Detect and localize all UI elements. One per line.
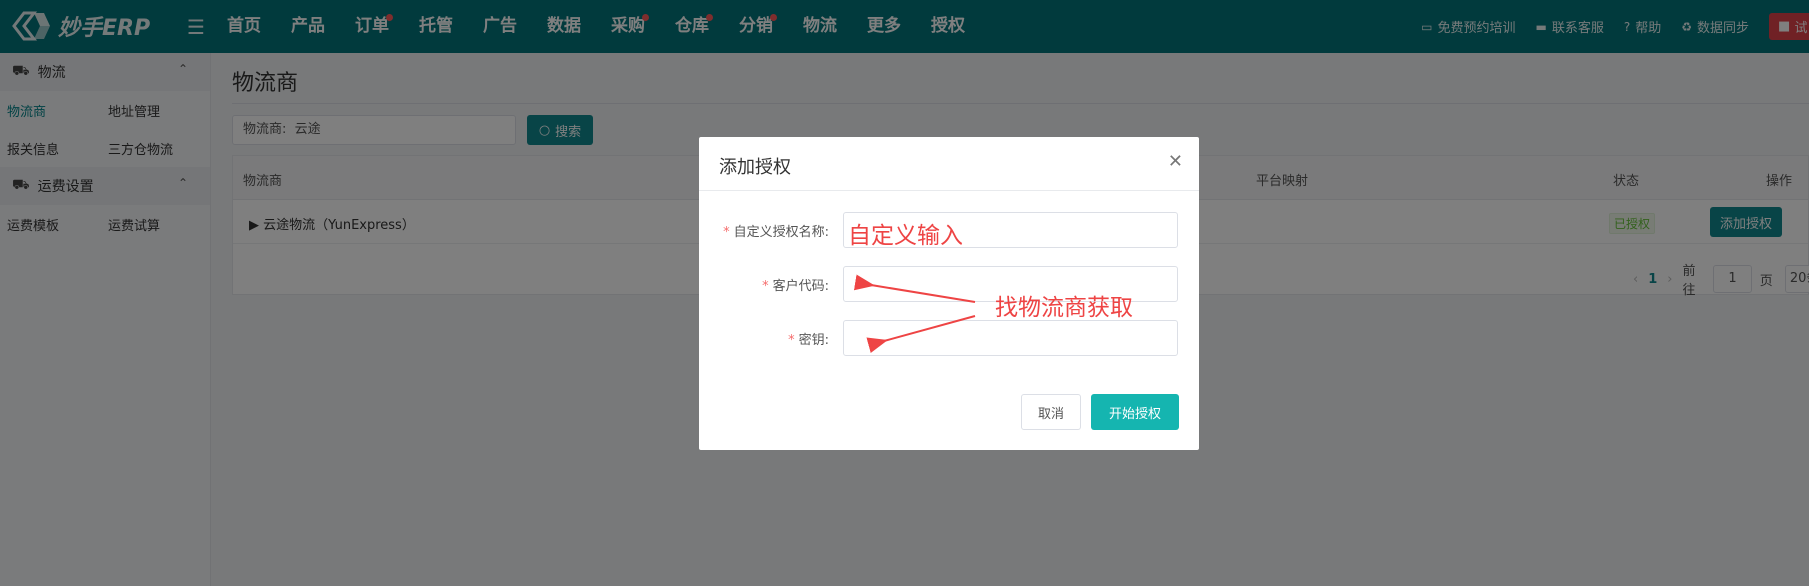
dialog-header: 添加授权 ✕: [699, 137, 1199, 191]
secret-field[interactable]: [843, 320, 1178, 356]
dialog-title: 添加授权: [719, 157, 791, 178]
auth-name-label-text: 自定义授权名称:: [733, 225, 829, 240]
secret-label: * 密钥:: [709, 329, 829, 348]
customer-code-label-text: 客户代码:: [772, 279, 829, 294]
auth-name-field[interactable]: 自定义输入: [843, 212, 1178, 249]
secret-label-text: 密钥:: [798, 333, 829, 348]
annotation-text: 找物流商获取: [995, 295, 1133, 321]
auth-name-value: 自定义输入: [848, 223, 963, 249]
customer-code-label: * 客户代码:: [709, 275, 829, 294]
start-auth-button[interactable]: 开始授权: [1091, 394, 1179, 430]
auth-name-label: * 自定义授权名称:: [709, 221, 829, 240]
required-marker: *: [762, 279, 769, 294]
required-marker: *: [788, 333, 795, 348]
cancel-button[interactable]: 取消: [1021, 394, 1081, 430]
close-icon[interactable]: ✕: [1168, 151, 1183, 172]
required-marker: *: [723, 225, 730, 240]
